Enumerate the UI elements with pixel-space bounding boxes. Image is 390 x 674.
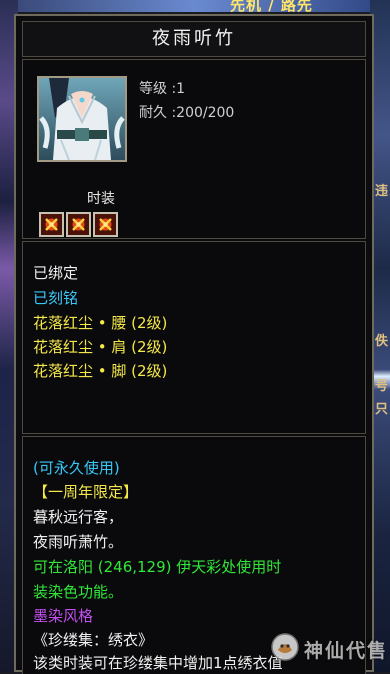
background-top-text: 先机 / 路先 — [230, 0, 313, 14]
item-level: 等级 :1 — [139, 81, 186, 97]
costume-portrait-icon[interactable] — [37, 76, 127, 162]
gem-slots — [39, 212, 118, 237]
dye-info-line-1: 可在洛阳 (246,129) 伊天彩处使用时 — [33, 558, 282, 576]
set-line-shoulder: 花落红尘 • 肩 (2级) — [33, 338, 168, 356]
slot-type-label: 时装 — [87, 191, 115, 207]
collection-name: 《珍缕集：绣衣》 — [33, 631, 154, 649]
binding-section: 已绑定 已刻铭 花落红尘 • 腰 (2级) 花落红尘 • 肩 (2级) 花落红尘… — [22, 241, 366, 434]
red-gem-slot-icon[interactable] — [66, 212, 91, 237]
item-tooltip: 夜雨听竹 等级:1 耐久:200/200 时装 已绑定 已刻铭 花落红尘 •… — [14, 14, 374, 674]
poem-line-2: 夜雨听萧竹。 — [33, 533, 124, 551]
red-gem-slot-icon[interactable] — [93, 212, 118, 237]
style-name: 墨染风格 — [33, 607, 94, 625]
background-glyph: 号 — [374, 379, 388, 394]
engraved-status: 已刻铭 — [33, 289, 79, 307]
collection-note: 该类时装可在珍缕集中增加1点绣衣值 — [33, 654, 283, 672]
background-glyph: 佚 — [374, 334, 388, 349]
poem-line-1: 暮秋远行客， — [33, 508, 124, 526]
bound-status: 已绑定 — [33, 264, 79, 282]
item-durability: 耐久 :200/200 — [139, 105, 235, 121]
background-glyph: 违 — [374, 184, 388, 199]
permanent-use: (可永久使用) — [33, 459, 120, 477]
item-header-section: 等级 :1 耐久 :200/200 时装 — [22, 59, 366, 239]
watermark-logo-icon — [270, 632, 300, 666]
background-scene-top: 先机 / 路先 — [18, 0, 370, 14]
item-title: 夜雨听竹 — [22, 21, 366, 57]
background-glyph: 只 — [374, 402, 388, 417]
set-line-feet: 花落红尘 • 脚 (2级) — [33, 362, 168, 380]
watermark: 神仙代售 — [270, 632, 388, 666]
set-line-waist: 花落红尘 • 腰 (2级) — [33, 314, 168, 332]
dye-info-line-2: 装染色功能。 — [33, 583, 124, 601]
red-gem-slot-icon[interactable] — [39, 212, 64, 237]
anniversary-limited: 【一周年限定】 — [33, 483, 139, 501]
watermark-text: 神仙代售 — [303, 639, 388, 662]
